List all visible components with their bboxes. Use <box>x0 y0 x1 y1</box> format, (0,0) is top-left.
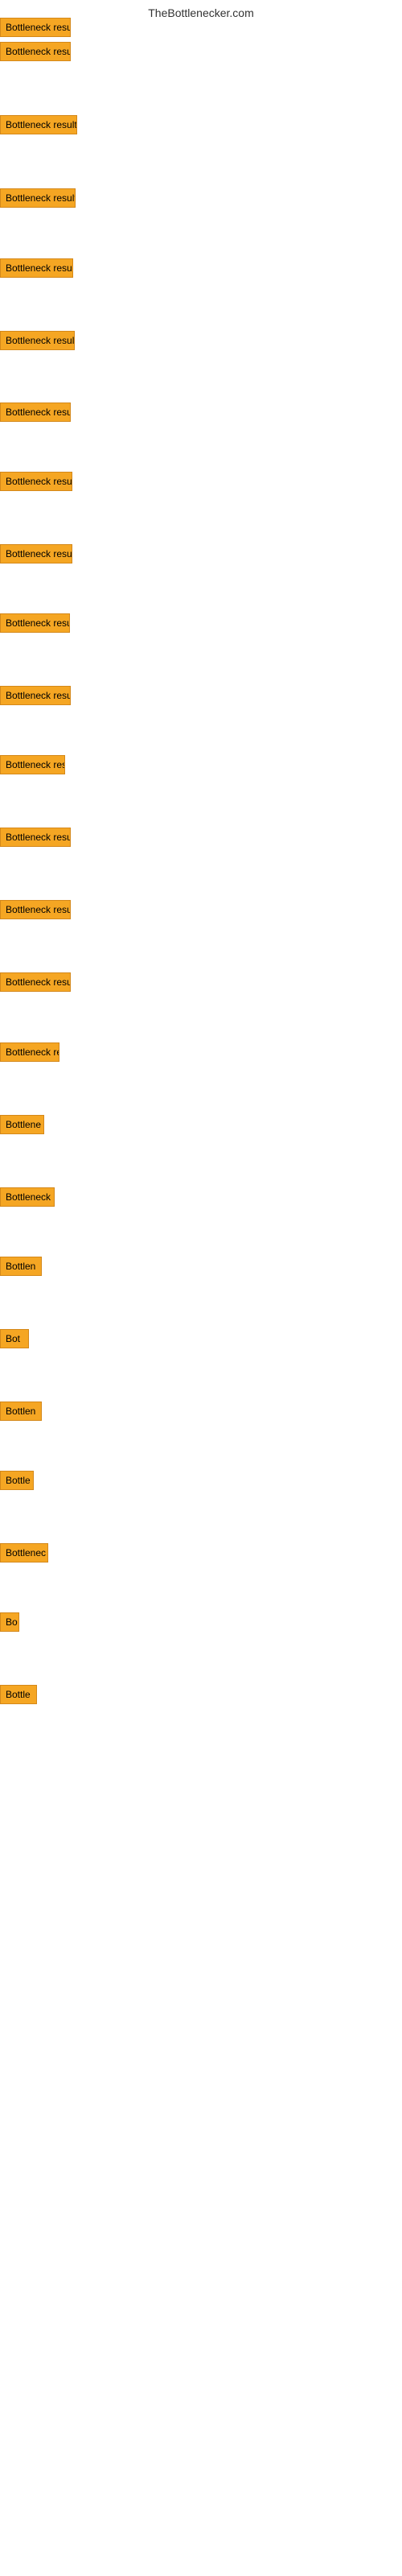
bottleneck-result-item[interactable]: Bottlenec <box>0 1543 48 1563</box>
bottleneck-result-item[interactable]: Bottle <box>0 1685 37 1704</box>
bottleneck-result-item[interactable]: Bo <box>0 1612 19 1632</box>
bottleneck-result-item[interactable]: Bottleneck result <box>0 972 71 992</box>
bottleneck-result-item[interactable]: Bottlene <box>0 1115 44 1134</box>
bottleneck-result-item[interactable]: Bottleneck result <box>0 402 71 422</box>
bottleneck-result-item[interactable]: Bottle <box>0 1471 34 1490</box>
bottleneck-result-item[interactable]: Bottleneck result <box>0 828 71 847</box>
bottleneck-result-item[interactable]: Bottleneck result <box>0 258 73 278</box>
bottleneck-result-item[interactable]: Bottleneck result <box>0 188 76 208</box>
bottleneck-result-item[interactable]: Bottleneck result <box>0 115 77 134</box>
bottleneck-result-item[interactable]: Bot <box>0 1329 29 1348</box>
bottleneck-result-item[interactable]: Bottlen <box>0 1402 42 1421</box>
bottleneck-result-item[interactable]: Bottleneck re <box>0 1042 59 1062</box>
bottleneck-result-item[interactable]: Bottleneck result <box>0 900 71 919</box>
bottleneck-result-item[interactable]: Bottleneck result <box>0 18 71 37</box>
bottleneck-result-item[interactable]: Bottleneck result <box>0 42 71 61</box>
bottleneck-result-item[interactable]: Bottlen <box>0 1257 42 1276</box>
bottleneck-result-item[interactable]: Bottleneck result <box>0 331 75 350</box>
bottleneck-result-item[interactable]: Bottleneck r <box>0 1187 55 1207</box>
bottleneck-result-item[interactable]: Bottleneck result <box>0 686 71 705</box>
bottleneck-result-item[interactable]: Bottleneck result <box>0 755 65 774</box>
bottleneck-result-item[interactable]: Bottleneck result <box>0 472 72 491</box>
bottleneck-result-item[interactable]: Bottleneck result <box>0 613 70 633</box>
bottleneck-result-item[interactable]: Bottleneck result <box>0 544 72 564</box>
